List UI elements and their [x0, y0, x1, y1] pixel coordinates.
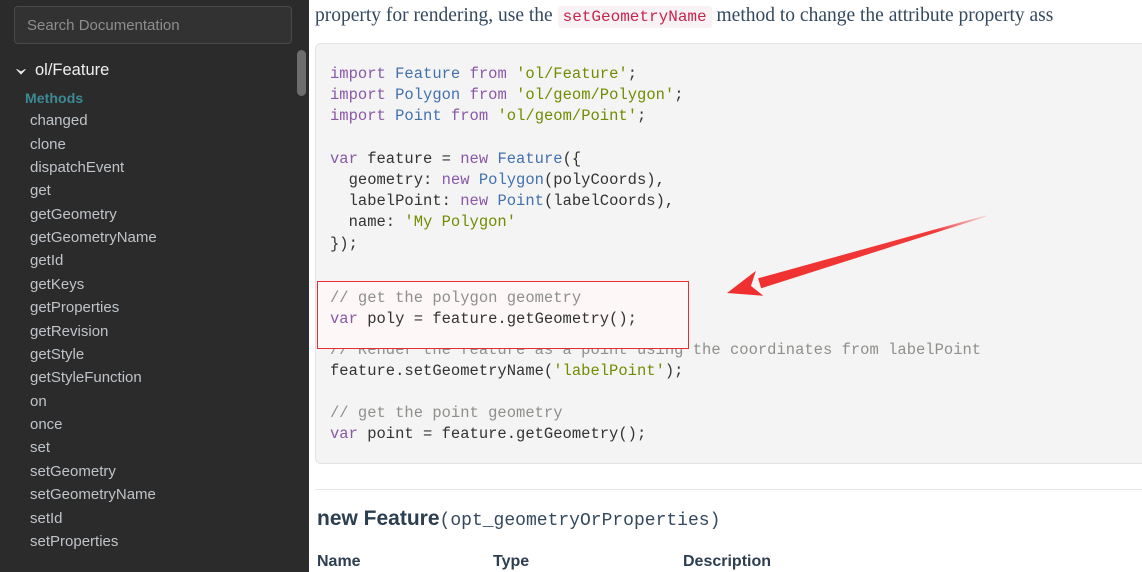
code-token: Point — [497, 192, 544, 211]
sidebar-item-clone[interactable]: clone — [0, 132, 309, 155]
search-input[interactable] — [14, 6, 292, 44]
example-code-block: import Feature from 'ol/Feature'; import… — [315, 43, 1142, 464]
code-token: 'labelPoint' — [553, 361, 665, 380]
sidebar-item-getproperties[interactable]: getProperties — [0, 296, 309, 319]
code-token: ); — [664, 361, 684, 380]
sidebar-item-set[interactable]: set — [0, 436, 309, 459]
sidebar-item-changed[interactable]: changed — [0, 109, 309, 132]
code-lines-top: import Feature from 'ol/Feature'; import… — [330, 64, 1142, 276]
code-token: feature.setGeometryName( — [330, 361, 554, 380]
code-token: 'ol/geom/Polygon' — [516, 86, 675, 105]
sidebar-module-label: ol/Feature — [35, 61, 110, 79]
sidebar-item-setid[interactable]: setId — [0, 506, 309, 529]
code-lines-highlighted: // get the polygon geometry var poly = f… — [330, 288, 637, 330]
intro-text-before: property for rendering, use the — [315, 5, 558, 26]
sidebar-nav: ol/Feature Methods changed clone dispatchE… — [0, 44, 309, 553]
sidebar-item-getkeys[interactable]: getKeys — [0, 273, 309, 296]
sidebar-group-methods: Methods — [25, 90, 84, 106]
sidebar-module-ol-feature[interactable]: ol/Feature — [0, 58, 309, 83]
code-token: ; — [637, 107, 647, 126]
code-token: 'ol/geom/Point' — [497, 107, 638, 126]
params-table: Name Type Description — [317, 553, 1107, 572]
sidebar-item-dispatchevent[interactable]: dispatchEvent — [0, 156, 309, 179]
sidebar-item-getrevision[interactable]: getRevision — [0, 319, 309, 342]
documentation-sidebar: ol/Feature Methods changedclonedispatchE… — [0, 0, 309, 572]
intro-text-after: method to change the attribute property … — [711, 5, 1054, 26]
code-token: import — [330, 86, 396, 105]
code-token: // get the polygon geometry — [330, 289, 582, 307]
code-token: Point — [395, 107, 442, 126]
code-token: Polygon — [395, 86, 461, 105]
code-token: new — [460, 149, 489, 168]
code-token: name: — [330, 213, 405, 232]
sidebar-item-setproperties[interactable]: setProperties — [0, 530, 309, 553]
sidebar-item-getid[interactable]: getId — [0, 249, 309, 272]
sidebar-item-on[interactable]: on — [0, 390, 309, 413]
chevron-down-icon — [14, 65, 28, 79]
code-token: 'My Polygon' — [404, 213, 517, 232]
page-root: ol/Feature Methods changedclonedispatchE… — [0, 0, 1142, 572]
code-token: new — [441, 171, 470, 190]
code-token: ({ — [562, 149, 582, 168]
sidebar-item-getgeometry[interactable]: getGeometry — [0, 203, 309, 226]
code-token: poly = feature.getGeometry(); — [357, 310, 637, 329]
code-token: from — [469, 65, 507, 83]
code-token: }); — [330, 234, 358, 253]
constructor-name: new Feature — [317, 507, 440, 530]
code-token: geometry: — [330, 171, 442, 190]
documentation-content: property for rendering, use the setGeome… — [309, 0, 1142, 572]
sidebar-item-once[interactable]: once — [0, 413, 309, 436]
sidebar-item-getstyle[interactable]: getStyle — [0, 343, 309, 366]
sidebar-method-list: changed clone dispatchEvent get getGeometry g… — [0, 109, 309, 553]
code-token: 'ol/Feature' — [516, 65, 628, 83]
section-divider — [315, 489, 1142, 490]
code-token: // Render the feature as a point using t… — [330, 340, 982, 359]
intro-paragraph: property for rendering, use the setGeome… — [313, 0, 1142, 31]
code-token: new — [460, 192, 489, 211]
sidebar-item-getgeometryname[interactable]: getGeometryName — [0, 226, 309, 249]
params-col-description: Description — [683, 553, 772, 570]
code-token: from — [469, 86, 507, 105]
code-token: var — [330, 425, 358, 444]
params-col-type: Type — [493, 553, 530, 570]
code-token: (polyCoords), — [543, 171, 665, 190]
code-token: import — [330, 107, 396, 126]
sidebar-scrollbar-thumb[interactable] — [297, 50, 306, 96]
code-token: feature = — [357, 149, 461, 168]
search-container — [0, 0, 309, 44]
params-table-header-row: Name Type Description — [317, 553, 1107, 572]
code-token: var — [330, 149, 358, 168]
sidebar-scrollbar-track[interactable] — [297, 0, 306, 572]
code-token: point = feature.getGeometry(); — [357, 425, 647, 444]
inline-code-setgeometryname: setGeometryName — [557, 6, 712, 28]
code-token: var — [330, 310, 358, 329]
params-col-name: Name — [317, 553, 361, 570]
code-token: // get the point geometry — [330, 404, 563, 423]
code-token: (labelCoords), — [543, 192, 675, 211]
code-token: labelPoint: — [330, 192, 461, 211]
constructor-params: (opt_geometryOrProperties) — [439, 511, 721, 531]
code-token: Feature — [497, 149, 563, 168]
code-token: ; — [627, 65, 638, 83]
code-token: Feature — [395, 65, 461, 83]
sidebar-item-get[interactable]: get — [0, 179, 309, 202]
sidebar-item-setgeometryname[interactable]: setGeometryName — [0, 483, 309, 506]
code-token: Polygon — [478, 171, 544, 190]
constructor-signature: new Feature(opt_geometryOrProperties) — [317, 507, 1142, 531]
sidebar-item-setgeometry[interactable]: setGeometry — [0, 460, 309, 483]
code-token: import — [330, 65, 396, 83]
code-token: from — [450, 107, 489, 126]
sidebar-item-getstylefunction[interactable]: getStyleFunction — [0, 366, 309, 389]
code-token: ; — [674, 86, 684, 105]
